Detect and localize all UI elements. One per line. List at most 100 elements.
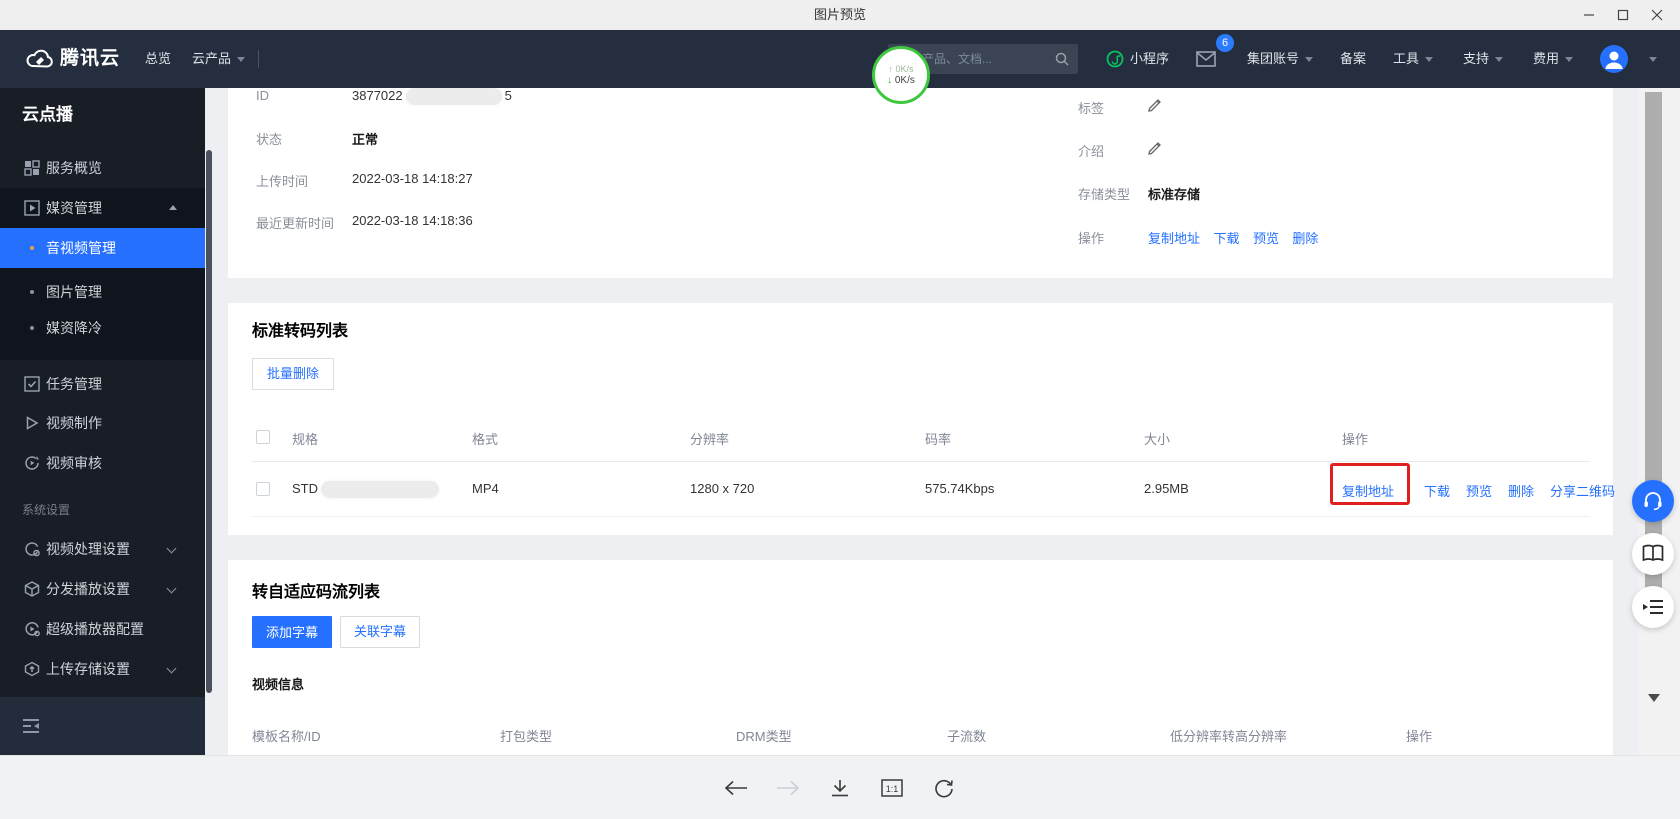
cell-format: MP4 <box>472 481 499 496</box>
redaction-blur <box>321 481 439 498</box>
svg-text:1:1: 1:1 <box>886 784 899 794</box>
link-subtitle-button[interactable]: 关联字幕 <box>340 616 420 648</box>
collapse-sidebar-icon[interactable] <box>22 718 40 734</box>
download-image-button[interactable] <box>827 775 853 801</box>
previous-image-button[interactable] <box>723 775 749 801</box>
copy-url-link[interactable]: 复制地址 <box>1148 231 1200 246</box>
table-header-divider <box>252 461 1590 462</box>
next-image-button[interactable] <box>775 775 801 801</box>
cell-size: 2.95MB <box>1144 481 1189 496</box>
col-operation: 操作 <box>1342 429 1368 448</box>
chevron-down-icon <box>167 544 177 554</box>
highlight-annotation-box <box>1330 463 1410 505</box>
preview-link[interactable]: 预览 <box>1253 231 1279 246</box>
mail-icon[interactable] <box>1196 51 1216 67</box>
sidebar-item-service-overview[interactable]: 服务概览 <box>0 148 205 188</box>
nav-mini-program[interactable]: 小程序 <box>1130 30 1169 88</box>
upload-time-label: 上传时间 <box>256 171 308 190</box>
documentation-button[interactable] <box>1632 533 1674 575</box>
delete-link[interactable]: 删除 <box>1508 481 1534 500</box>
cell-resolution: 1280 x 720 <box>690 481 754 496</box>
product-title: 云点播 <box>22 100 73 125</box>
sidebar-section-system-settings: 系统设置 <box>22 501 70 518</box>
sidebar-item-image-management[interactable]: 图片管理 <box>0 272 205 312</box>
sidebar-footer <box>0 697 205 755</box>
close-button[interactable] <box>1640 0 1674 30</box>
select-all-checkbox[interactable] <box>256 430 270 444</box>
transcode-title: 标准转码列表 <box>252 317 348 341</box>
detail-operations: 复制地址 下载 预览 删除 <box>1148 228 1318 248</box>
minimize-button[interactable] <box>1572 0 1606 30</box>
player-config-icon <box>24 621 40 637</box>
chevron-down-icon <box>1495 57 1503 62</box>
edit-tag-pencil-icon[interactable] <box>1148 98 1162 112</box>
sidebar-item-task-management[interactable]: 任务管理 <box>0 364 205 404</box>
row-checkbox[interactable] <box>256 482 270 496</box>
edit-intro-pencil-icon[interactable] <box>1148 141 1162 155</box>
mail-badge[interactable]: 6 <box>1216 34 1234 52</box>
sidebar-item-upload-storage-settings[interactable]: 上传存储设置 <box>0 649 205 689</box>
sidebar-scrollbar-thumb[interactable] <box>206 150 212 693</box>
sidebar-item-video-processing-settings[interactable]: 视频处理设置 <box>0 529 205 569</box>
customer-service-button[interactable] <box>1632 480 1674 522</box>
nav-billing[interactable]: 费用 <box>1533 30 1573 88</box>
preview-link[interactable]: 预览 <box>1466 481 1492 500</box>
rotate-image-button[interactable] <box>931 775 957 801</box>
nav-support[interactable]: 支持 <box>1463 30 1503 88</box>
media-detail-card: ID 38770225 状态 正常 上传时间 2022-03-18 14:18:… <box>228 88 1613 278</box>
nav-overview[interactable]: 总览 <box>145 30 171 88</box>
col-size: 大小 <box>1144 429 1170 448</box>
operation-label: 操作 <box>1078 228 1104 247</box>
sidebar-item-media-management[interactable]: 媒资管理 <box>0 188 205 228</box>
batch-delete-button[interactable]: 批量删除 <box>252 358 334 390</box>
col-bitrate: 码率 <box>925 429 951 448</box>
play-outline-icon <box>24 415 40 431</box>
cycle-play-icon <box>24 455 40 471</box>
play-square-icon <box>24 200 40 216</box>
sidebar-item-distribution-playback-settings[interactable]: 分发播放设置 <box>0 569 205 609</box>
sidebar-item-video-moderation[interactable]: 视频审核 <box>0 443 205 483</box>
minimize-icon <box>1583 9 1595 21</box>
delete-link[interactable]: 删除 <box>1292 231 1318 246</box>
chevron-down-icon <box>237 57 245 62</box>
sidebar-item-super-player-config[interactable]: 超级播放器配置 <box>0 609 205 649</box>
chevron-down-icon <box>1565 57 1573 62</box>
open-book-icon <box>1642 544 1664 564</box>
sidebar-item-video-production[interactable]: 视频制作 <box>0 403 205 443</box>
download-link[interactable]: 下载 <box>1213 231 1239 246</box>
avatar[interactable] <box>1600 45 1628 73</box>
tag-label: 标签 <box>1078 98 1104 117</box>
account-chevron-down-icon[interactable] <box>1649 57 1657 62</box>
storage-type-value: 标准存储 <box>1148 184 1200 203</box>
status-value: 正常 <box>352 129 378 148</box>
feedback-button[interactable] <box>1632 586 1674 628</box>
sidebar-item-media-cooling[interactable]: 媒资降冷 <box>0 308 205 348</box>
chevron-down-icon <box>167 664 177 674</box>
sidebar-item-audio-video-management[interactable]: 音视频管理 <box>0 228 205 268</box>
col-operation: 操作 <box>1406 726 1432 745</box>
share-qrcode-link[interactable]: 分享二维码 <box>1550 481 1615 500</box>
download-link[interactable]: 下载 <box>1424 481 1450 500</box>
col-format: 格式 <box>472 429 498 448</box>
feedback-list-icon <box>1642 598 1664 616</box>
nav-tools[interactable]: 工具 <box>1393 30 1433 88</box>
sidebar: 云点播 服务概览 媒资管理 音视频管理 图片管理 媒资降冷 任务管理 <box>0 88 205 755</box>
cube-icon <box>24 581 40 597</box>
add-subtitle-button[interactable]: 添加字幕 <box>252 616 332 648</box>
close-icon <box>1651 9 1663 21</box>
brand-name[interactable]: 腾讯云 <box>60 30 120 88</box>
col-spec: 规格 <box>292 429 318 448</box>
search-icon[interactable] <box>1054 51 1070 67</box>
nav-icp-filing[interactable]: 备案 <box>1340 30 1366 88</box>
updated-time-label: 最近更新时间 <box>256 213 334 232</box>
cell-bitrate: 575.74Kbps <box>925 481 994 496</box>
nav-group-account[interactable]: 集团账号 <box>1247 30 1313 88</box>
download-icon <box>830 779 850 797</box>
id-value: 38770225 <box>352 88 512 105</box>
actual-size-button[interactable]: 1:1 <box>879 775 905 801</box>
maximize-button[interactable] <box>1606 0 1640 30</box>
nav-products[interactable]: 云产品 <box>192 30 245 88</box>
scrollbar-down-arrow[interactable] <box>1648 694 1660 702</box>
net-up-speed: ↑ 0K/s <box>888 64 913 75</box>
bullet <box>30 326 34 330</box>
